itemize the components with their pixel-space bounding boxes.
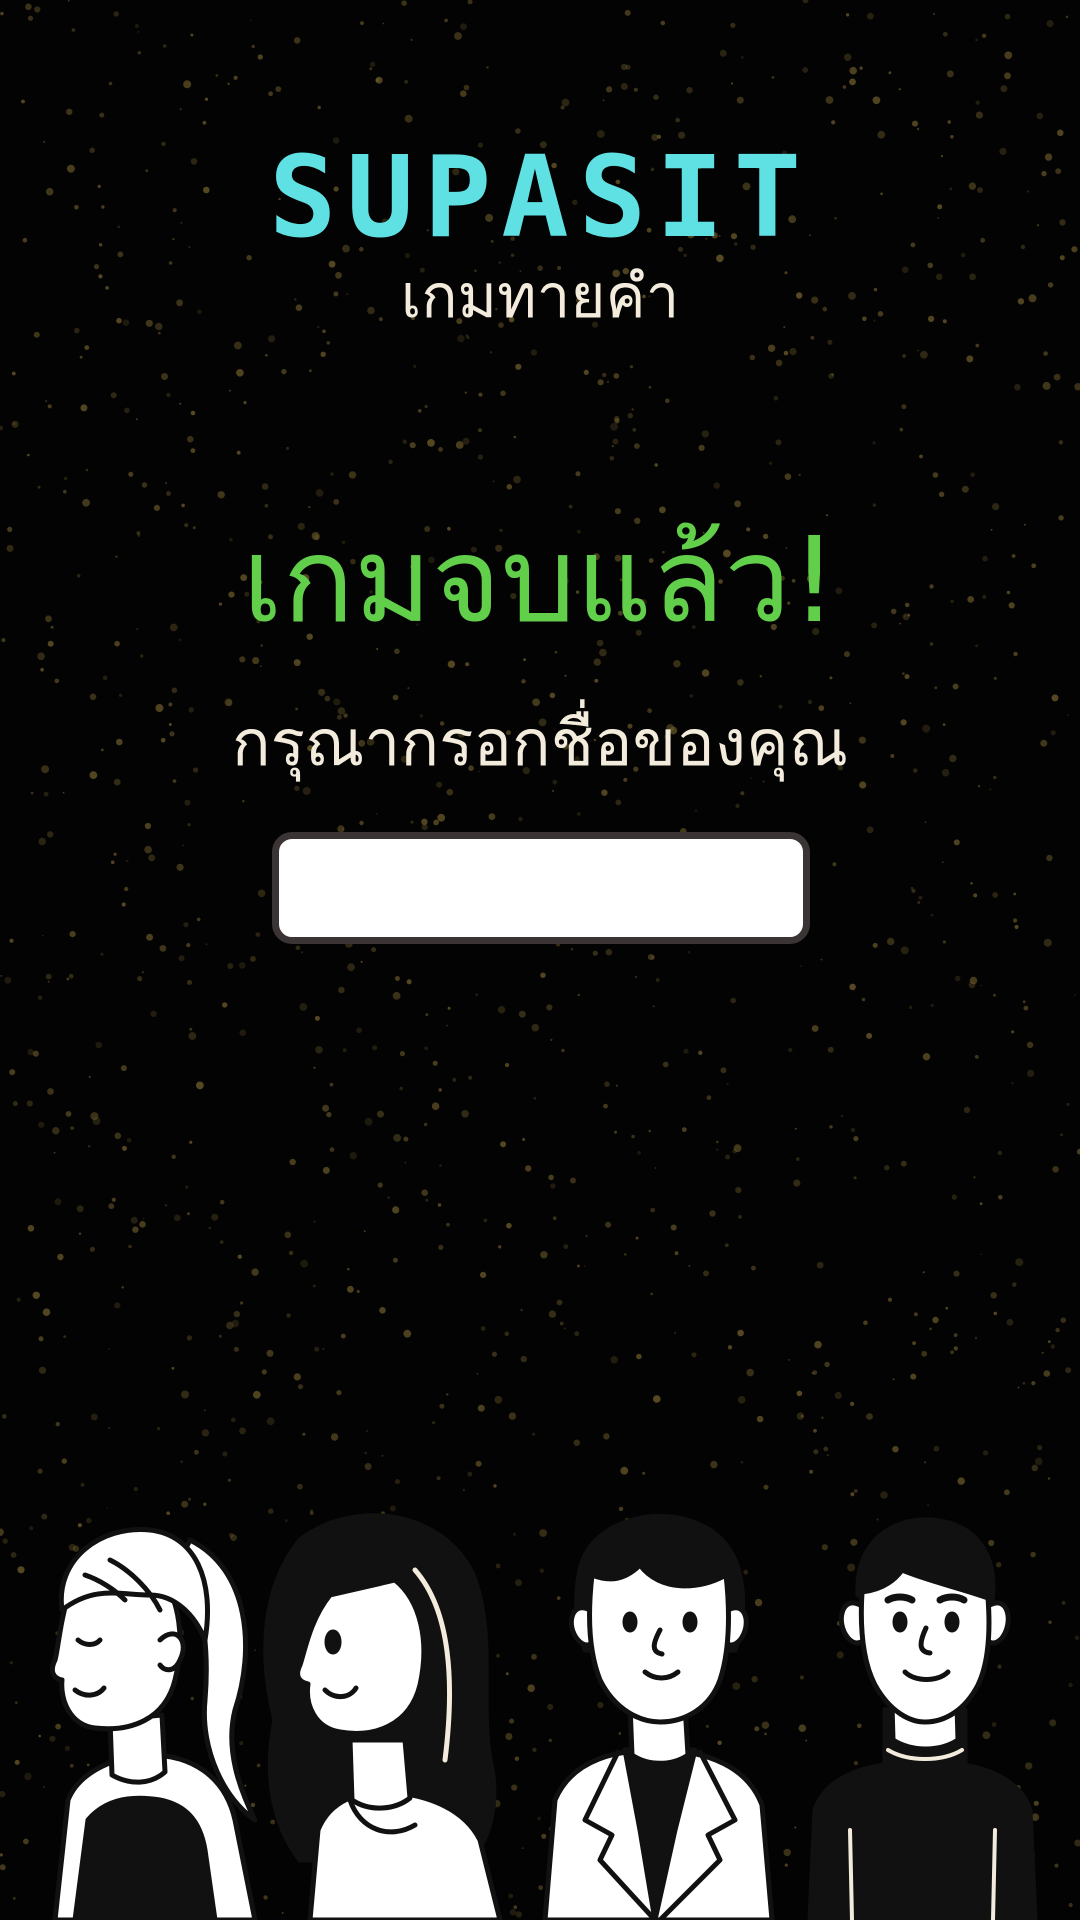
app-title: SUPASIT (268, 133, 811, 263)
man-in-turtleneck-icon (807, 1517, 1038, 1920)
dark-haired-woman-icon (263, 1513, 503, 1920)
app-subtitle: เกมทายคำ (400, 262, 680, 332)
enter-name-prompt: กรุณากรอกชื่อของคุณ (231, 707, 849, 781)
woman-in-blazer-icon (542, 1513, 775, 1920)
game-over-screen: SUPASIT เกมทายคำ เกมจบแล้ว! กรุณากรอกชื่… (0, 0, 1080, 1920)
characters-illustration (49, 1513, 1038, 1920)
game-over-heading: เกมจบแล้ว! (242, 511, 838, 649)
player-name-input[interactable] (272, 832, 810, 944)
blonde-ponytail-woman-icon (49, 1527, 258, 1920)
